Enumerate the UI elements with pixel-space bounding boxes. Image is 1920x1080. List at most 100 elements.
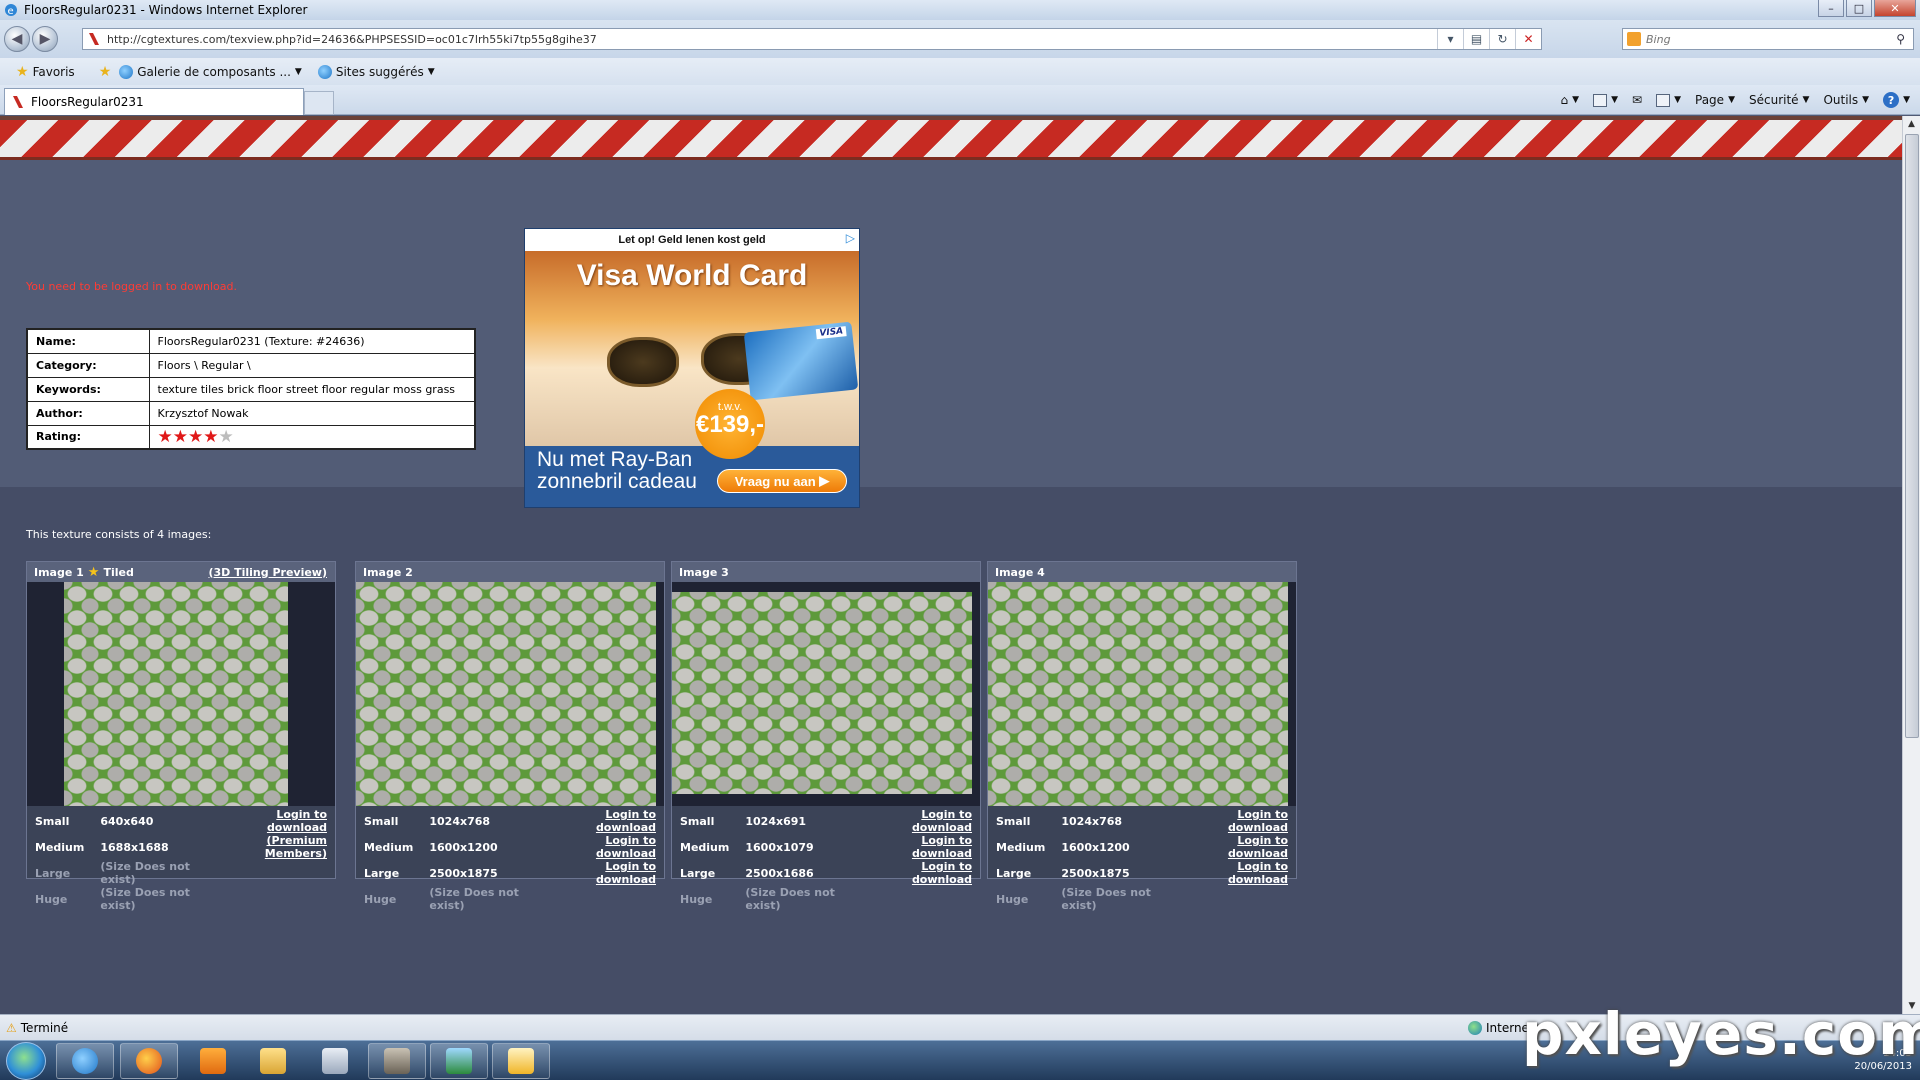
ad-tagline-line1: Nu met Ray-Ban [537,448,693,471]
size-label: Huge [364,892,397,906]
ie-page-icon [119,64,134,79]
chevron-down-icon: ▼ [1802,95,1810,105]
favorites-button[interactable]: ★ Favoris [16,64,75,80]
taskbar-mail-button[interactable] [492,1043,550,1079]
compatibility-view-icon[interactable]: ▤ [1463,29,1489,49]
size-table: Small 640x640 Login to download Medium 1688… [27,808,335,912]
search-box[interactable]: ⚲ [1622,28,1914,50]
back-button[interactable]: ◀ [4,26,30,52]
page-menu[interactable]: Page ▼ [1695,93,1735,107]
site-favicon-icon [87,32,101,46]
security-menu[interactable]: Sécurité ▼ [1749,93,1809,107]
taskbar-calculator-button[interactable] [306,1043,364,1079]
suggested-sites-button[interactable]: Sites suggérés ▼ [317,64,435,79]
tiled-label: Tiled [103,565,134,579]
size-label: Small [364,814,399,828]
window-title: FloorsRegular0231 - Windows Internet Exp… [24,3,308,17]
info-key: Rating: [26,424,150,450]
login-to-download-link[interactable]: Login to download [596,860,656,886]
size-dims: (Size Does not exist) [429,886,519,912]
bing-icon [1627,32,1641,46]
login-to-download-link[interactable]: Login to download [912,860,972,886]
size-dims: 1600x1200 [429,840,498,854]
login-to-download-link[interactable]: Login to download [267,808,327,834]
application-window-icon [446,1048,472,1074]
start-button[interactable] [6,1042,46,1080]
size-label: Huge [680,892,713,906]
size-dims: (Size Does not exist) [745,886,835,912]
login-to-download-link[interactable]: Login to download [912,808,972,834]
advertisement[interactable]: Let op! Geld lenen kost geld ▷ Visa Worl… [524,228,860,508]
taskbar-explorer-button[interactable] [244,1043,302,1079]
image-panel-header: Image 1 ★ Tiled (3D Tiling Preview) [27,562,335,582]
add-favorite-button[interactable]: ★ [99,64,112,80]
new-tab-button[interactable] [304,91,334,115]
firefox-icon [136,1048,162,1074]
size-label: Large [35,866,71,880]
size-label: Medium [996,840,1046,854]
address-dropdown-icon[interactable]: ▾ [1437,29,1463,49]
web-slice-gallery-button[interactable]: Galerie de composants ... ▼ [119,64,302,79]
premium-members-link[interactable]: (Premium Members) [265,834,327,860]
print-button[interactable]: ▼ [1656,93,1681,107]
feeds-button[interactable]: ▼ [1593,93,1618,107]
texture-info-table: Name: FloorsRegular0231 (Texture: #24636… [26,328,476,450]
back-arrow-icon: ◀ [11,31,23,47]
image-panel-header: Image 4 [988,562,1296,582]
tab-current[interactable]: FloorsRegular0231 [4,88,304,115]
mail-button[interactable]: ✉ [1632,93,1642,107]
taskbar-gimp-button[interactable] [368,1043,426,1079]
taskbar-ie-button[interactable] [56,1043,114,1079]
ie-page-icon [317,64,332,79]
chevron-down-icon: ▼ [294,66,302,77]
taskbar-app-button[interactable] [430,1043,488,1079]
window-title-bar: e FloorsRegular0231 - Windows Internet E… [0,0,1920,20]
vertical-scrollbar[interactable]: ▲ ▼ [1902,116,1920,1014]
ad-disclaimer-text: Let op! Geld lenen kost geld [618,234,766,246]
adchoices-icon[interactable]: ▷ [846,231,855,245]
size-dims: 2500x1875 [429,866,498,880]
address-url[interactable]: http://cgtextures.com/texview.php?id=246… [107,33,597,46]
texture-thumbnail[interactable] [64,582,288,806]
minimize-button[interactable]: – [1818,0,1844,17]
chevron-down-icon: ▼ [427,66,435,77]
taskbar-media-player-button[interactable] [184,1043,242,1079]
texture-thumbnail[interactable] [988,582,1288,806]
login-required-message: You need to be logged in to download. [26,280,237,293]
close-window-button[interactable]: ✕ [1874,0,1916,17]
login-to-download-link[interactable]: Login to download [1228,860,1288,886]
folder-icon [260,1048,286,1074]
ad-price: €139,- [695,411,765,438]
forward-arrow-icon: ▶ [39,31,51,47]
size-dims: 1600x1200 [1061,840,1130,854]
size-dims: (Size Does not exist) [1061,886,1151,912]
3d-tiling-preview-link[interactable]: (3D Tiling Preview) [208,566,327,579]
help-menu[interactable]: ? ▼ [1883,92,1910,108]
forward-button[interactable]: ▶ [32,26,58,52]
address-bar[interactable]: http://cgtextures.com/texview.php?id=246… [82,28,1542,50]
ad-cta-button[interactable]: Vraag nu aan ▶ [717,469,847,493]
scrollbar-thumb[interactable] [1905,134,1919,738]
login-to-download-link[interactable]: Login to download [596,834,656,860]
info-value: FloorsRegular0231 (Texture: #24636) [148,328,476,354]
login-to-download-link[interactable]: Login to download [912,834,972,860]
texture-thumbnail[interactable] [356,582,656,806]
tools-menu[interactable]: Outils ▼ [1823,93,1869,107]
search-input[interactable] [1646,32,1876,46]
refresh-icon[interactable]: ↻ [1489,29,1515,49]
stop-icon[interactable]: ✕ [1515,29,1541,49]
ad-price-badge: t.w.v. €139,- [695,389,765,459]
texture-thumbnail[interactable] [672,592,972,794]
login-to-download-link[interactable]: Login to download [1228,834,1288,860]
search-icon[interactable]: ⚲ [1896,32,1905,46]
maximize-button[interactable]: □ [1846,0,1872,17]
size-row: Huge (Size Does not exist) [27,886,335,912]
tools-menu-label: Outils [1823,93,1859,107]
taskbar-firefox-button[interactable] [120,1043,178,1079]
size-label: Huge [35,892,68,906]
scroll-up-icon[interactable]: ▲ [1903,116,1920,132]
home-button[interactable]: ⌂ ▼ [1561,93,1580,107]
login-to-download-link[interactable]: Login to download [1228,808,1288,834]
login-to-download-link[interactable]: Login to download [596,808,656,834]
image-thumbnail-frame [356,582,664,806]
